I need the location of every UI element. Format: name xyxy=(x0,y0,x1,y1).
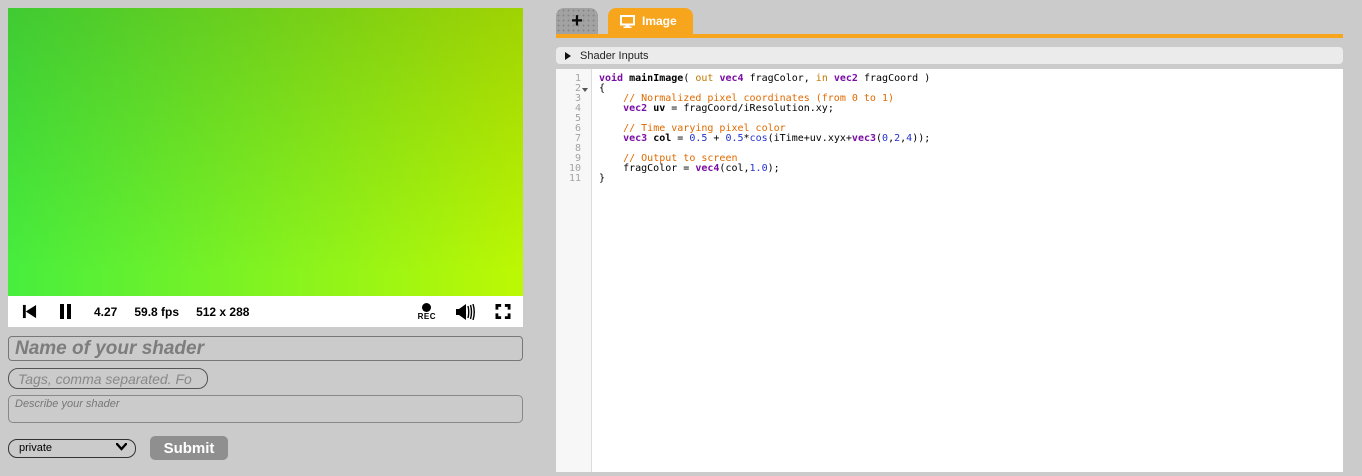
record-dot-icon xyxy=(422,302,432,312)
tab-accent-bar xyxy=(556,34,1343,38)
editor-panel: + Image Shader Inputs 1 2 3 4 5 6 7 8 9 10 11 void… xyxy=(556,8,1343,472)
pause-icon xyxy=(60,304,71,319)
tags-input[interactable] xyxy=(8,368,208,389)
tab-bar: + Image xyxy=(556,8,1343,34)
add-tab-button[interactable]: + xyxy=(556,8,598,34)
fps-display: 59.8 fps xyxy=(134,304,180,319)
shader-name-input[interactable] xyxy=(8,336,523,361)
line-number-gutter: 1 2 3 4 5 6 7 8 9 10 11 xyxy=(556,69,592,472)
tab-image[interactable]: Image xyxy=(608,8,693,34)
shader-inputs-label: Shader Inputs xyxy=(580,49,649,62)
code-line[interactable]: fragColor = vec4(col,1.0); xyxy=(599,164,1343,174)
skip-to-start-icon xyxy=(22,304,37,319)
description-textarea[interactable] xyxy=(8,395,523,423)
time-display: 4.27 xyxy=(94,304,118,319)
resolution-display: 512 x 288 xyxy=(196,304,250,319)
code-line[interactable]: } xyxy=(599,174,1343,184)
monitor-icon xyxy=(620,14,635,28)
fullscreen-icon xyxy=(495,304,511,319)
visibility-select[interactable]: private xyxy=(8,438,136,458)
shader-inputs-toggle[interactable]: Shader Inputs xyxy=(556,47,1343,64)
rewind-button[interactable] xyxy=(22,304,37,319)
code-line[interactable]: void mainImage( out vec4 fragColor, in v… xyxy=(599,74,1343,84)
volume-button[interactable] xyxy=(456,303,475,320)
submit-button[interactable]: Submit xyxy=(150,436,228,460)
shadertoy-new-shader-page: { "player": { "time": "4.27", "fps": "59… xyxy=(0,0,1362,476)
fold-arrow-icon[interactable] xyxy=(582,87,588,92)
pause-button[interactable] xyxy=(59,304,72,319)
expand-arrow-icon xyxy=(565,51,571,60)
record-label: REC xyxy=(417,311,436,321)
preview-panel: 4.27 59.8 fps 512 x 288 REC Name of your… xyxy=(8,8,523,460)
shader-canvas[interactable] xyxy=(8,8,523,296)
code-lines[interactable]: void mainImage( out vec4 fragColor, in v… xyxy=(592,69,1343,472)
code-line[interactable]: vec3 col = 0.5 + 0.5*cos(iTime+uv.xyx+ve… xyxy=(599,134,1343,144)
code-editor[interactable]: 1 2 3 4 5 6 7 8 9 10 11 void mainImage( out vec4 f… xyxy=(556,69,1343,472)
publish-form: private Submit xyxy=(8,336,523,460)
player-bar: 4.27 59.8 fps 512 x 288 REC xyxy=(8,296,523,327)
tab-image-label: Image xyxy=(642,14,677,28)
fullscreen-button[interactable] xyxy=(495,304,511,319)
record-button[interactable]: REC xyxy=(417,302,436,321)
code-line[interactable]: vec2 uv = fragCoord/iResolution.xy; xyxy=(599,104,1343,114)
speaker-icon xyxy=(456,303,475,320)
